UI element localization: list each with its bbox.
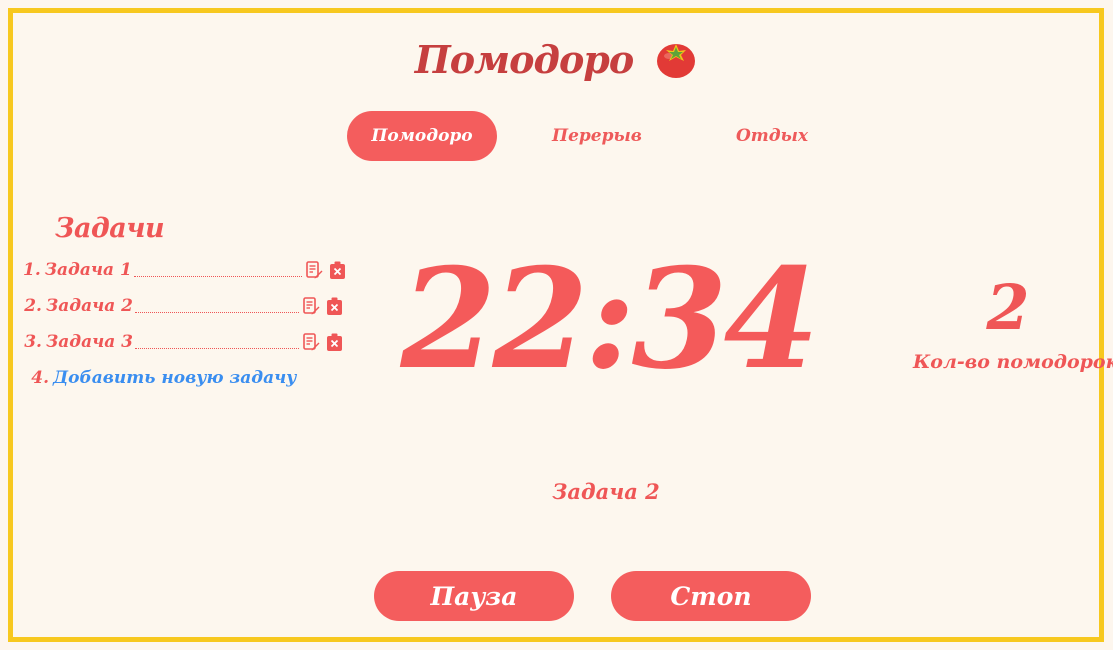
edit-icon[interactable]	[303, 332, 320, 352]
task-number: 1.	[23, 260, 41, 280]
delete-icon[interactable]	[326, 297, 343, 316]
tab-break[interactable]: Перерыв	[522, 111, 672, 161]
delete-icon[interactable]	[329, 261, 346, 280]
pomodoro-count-label: Кол-во помодорок	[913, 351, 1113, 373]
timer-display: 22:34	[400, 236, 819, 400]
current-task: Задача 2	[552, 479, 660, 504]
task-number: 3.	[24, 332, 42, 352]
task-leader-dots	[135, 299, 299, 313]
tab-rest[interactable]: Отдых	[697, 111, 847, 161]
task-leader-dots	[135, 335, 299, 349]
task-item: 3. Задача 3	[23, 324, 343, 360]
task-list: Задачи 1. Задача 1 2. Задача 2 3. Задача…	[23, 213, 346, 396]
tomato-icon	[655, 38, 697, 80]
tab-pomodoro[interactable]: Помодоро	[347, 111, 497, 161]
delete-icon[interactable]	[326, 333, 343, 352]
edit-icon[interactable]	[303, 296, 320, 316]
task-item: 2. Задача 2	[23, 288, 343, 324]
add-task-link[interactable]: Добавить новую задачу	[53, 368, 296, 388]
tasks-heading: Задачи	[55, 213, 165, 244]
task-label: Задача 1	[44, 260, 132, 280]
task-label: Задача 3	[45, 332, 133, 352]
task-leader-dots	[133, 263, 302, 277]
mode-tabs: Помодоро Перерыв Отдых	[347, 111, 847, 161]
edit-icon[interactable]	[305, 260, 323, 280]
task-item: 1. Задача 1	[23, 252, 346, 288]
app-header: Помодоро	[13, 35, 1099, 83]
task-number: 2.	[24, 296, 42, 316]
stop-button[interactable]: Стоп	[611, 571, 811, 621]
app-title: Помодоро	[414, 36, 634, 82]
task-number: 4.	[31, 368, 49, 388]
add-task-row: 4. Добавить новую задачу	[23, 360, 343, 396]
pause-button[interactable]: Пауза	[374, 571, 574, 621]
app-frame: Помодоро Помодоро Перерыв Отдых Задачи 1…	[8, 8, 1113, 642]
task-label: Задача 2	[45, 296, 133, 316]
pomodoro-counter: 2 Кол-во помодорок	[913, 271, 1113, 374]
pomodoro-count: 2	[986, 271, 1030, 344]
